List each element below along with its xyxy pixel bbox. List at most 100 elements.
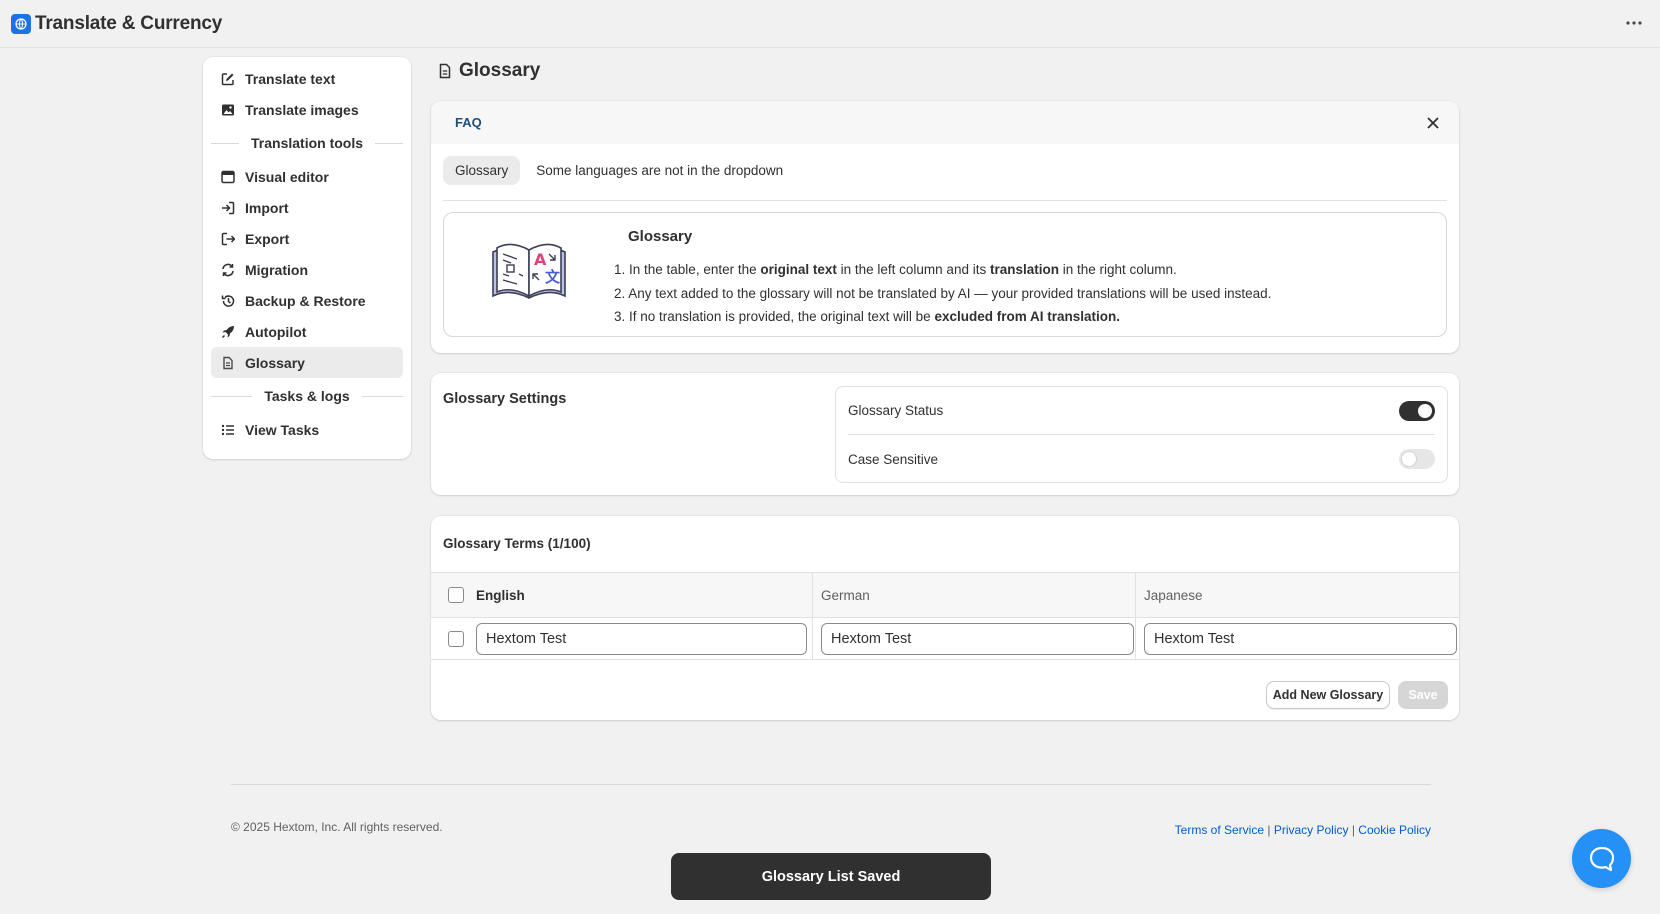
divider bbox=[375, 142, 404, 144]
faq-tabs: Glossary Some languages are not in the d… bbox=[443, 156, 1447, 201]
sidebar-item-translate-text[interactable]: Translate text bbox=[211, 63, 403, 94]
english-term-input[interactable] bbox=[476, 622, 807, 655]
list-icon bbox=[221, 423, 235, 437]
document-icon bbox=[438, 63, 452, 79]
image-icon bbox=[221, 103, 235, 117]
list-number: 2. bbox=[614, 285, 629, 301]
sidebar-item-label: Import bbox=[245, 199, 289, 216]
faq-instruction-2: 2. Any text added to the glossary will n… bbox=[614, 282, 1271, 306]
faq-content-box: A 文 Glossary 1. In the table, enter the … bbox=[443, 212, 1447, 337]
svg-text:A: A bbox=[534, 250, 547, 269]
terms-table: English German Japanese bbox=[431, 572, 1459, 660]
german-term-input[interactable] bbox=[821, 622, 1134, 655]
terms-of-service-link[interactable]: Terms of Service bbox=[1175, 823, 1264, 837]
column-header-japanese: Japanese bbox=[1136, 573, 1459, 617]
app-logo-icon bbox=[11, 13, 31, 34]
japanese-term-input[interactable] bbox=[1144, 622, 1457, 655]
page-title-text: Glossary bbox=[459, 60, 541, 81]
text: in the left column and its bbox=[836, 262, 990, 277]
cell-japanese bbox=[1136, 618, 1459, 659]
emphasis: translation bbox=[989, 262, 1059, 277]
document-icon bbox=[221, 356, 235, 370]
sidebar-item-label: Translate images bbox=[245, 101, 359, 118]
chat-icon bbox=[1589, 846, 1614, 871]
sidebar-item-translate-images[interactable]: Translate images bbox=[211, 94, 403, 125]
close-icon[interactable] bbox=[1423, 113, 1443, 133]
sidebar-item-label: Autopilot bbox=[245, 323, 307, 340]
toggle-knob bbox=[1418, 403, 1432, 418]
text: If no translation is provided, the origi… bbox=[629, 309, 935, 324]
glossary-status-toggle[interactable] bbox=[1399, 400, 1435, 421]
section-label: Translation tools bbox=[251, 135, 364, 151]
select-all-checkbox[interactable] bbox=[448, 587, 464, 603]
divider bbox=[211, 395, 253, 397]
export-icon bbox=[221, 232, 235, 246]
setting-label: Case Sensitive bbox=[848, 451, 939, 467]
list-number: 1. bbox=[614, 262, 630, 277]
section-translation-tools: Translation tools bbox=[211, 125, 404, 161]
separator: | bbox=[1348, 823, 1359, 837]
row-checkbox[interactable] bbox=[448, 630, 464, 647]
setting-label: Glossary Status bbox=[848, 403, 944, 418]
privacy-policy-link[interactable]: Privacy Policy bbox=[1274, 823, 1349, 837]
toast-notification: Glossary List Saved bbox=[671, 853, 991, 900]
sidebar-item-label: Export bbox=[245, 230, 290, 247]
faq-instructions: 1. In the table, enter the original text… bbox=[614, 258, 1271, 329]
glossary-settings-card: Glossary Settings Glossary Status Case S… bbox=[431, 373, 1459, 495]
case-sensitive-toggle[interactable] bbox=[1399, 449, 1435, 469]
sidebar-item-glossary[interactable]: Glossary bbox=[211, 347, 403, 378]
sidebar: Translate text Translate images Translat… bbox=[203, 57, 411, 459]
emphasis: original text bbox=[760, 262, 837, 277]
add-new-glossary-button[interactable]: Add New Glossary bbox=[1266, 681, 1390, 709]
sidebar-item-visual-editor[interactable]: Visual editor bbox=[211, 161, 403, 192]
column-header-german: German bbox=[813, 573, 1136, 617]
footer-divider bbox=[231, 784, 1431, 785]
faq-card: FAQ Glossary Some languages are not in t… bbox=[431, 101, 1459, 353]
sidebar-item-label: View Tasks bbox=[245, 421, 320, 438]
column-label: English bbox=[476, 587, 525, 603]
settings-box: Glossary Status Case Sensitive bbox=[835, 386, 1448, 483]
edit-icon bbox=[221, 72, 235, 86]
section-label: Tasks & logs bbox=[264, 388, 350, 404]
window-icon bbox=[221, 170, 235, 184]
faq-header-label: FAQ bbox=[455, 115, 482, 130]
table-row bbox=[431, 618, 1459, 660]
setting-glossary-status: Glossary Status bbox=[848, 387, 1435, 435]
svg-text:文: 文 bbox=[545, 268, 561, 286]
faq-header[interactable]: FAQ bbox=[431, 101, 1459, 144]
table-header: English German Japanese bbox=[431, 572, 1459, 618]
sidebar-item-autopilot[interactable]: Autopilot bbox=[211, 316, 403, 347]
copyright: © 2025 Hextom, Inc. All rights reserved. bbox=[231, 820, 443, 834]
sidebar-item-import[interactable]: Import bbox=[211, 192, 403, 223]
text: Any text added to the glossary will not … bbox=[628, 285, 1272, 301]
settings-title: Glossary Settings bbox=[443, 391, 567, 407]
glossary-terms-card: Glossary Terms (1/100) English German Ja… bbox=[431, 516, 1459, 720]
sidebar-item-label: Backup & Restore bbox=[245, 292, 366, 309]
sidebar-item-migration[interactable]: Migration bbox=[211, 254, 403, 285]
section-tasks-logs: Tasks & logs bbox=[211, 378, 404, 414]
column-label: Japanese bbox=[1144, 587, 1203, 603]
top-bar: Translate & Currency bbox=[0, 0, 1660, 48]
sidebar-item-view-tasks[interactable]: View Tasks bbox=[211, 414, 403, 445]
divider bbox=[211, 142, 239, 144]
history-icon bbox=[221, 294, 235, 308]
tab-glossary[interactable]: Glossary bbox=[443, 156, 521, 185]
column-label: German bbox=[821, 587, 870, 603]
sidebar-item-label: Migration bbox=[245, 261, 308, 278]
app-title: Translate & Currency bbox=[35, 12, 223, 34]
faq-instruction-3: 3. If no translation is provided, the or… bbox=[614, 305, 1271, 329]
column-header-english: English bbox=[431, 573, 813, 617]
setting-case-sensitive: Case Sensitive bbox=[848, 435, 1435, 483]
tab-languages-dropdown[interactable]: Some languages are not in the dropdown bbox=[524, 156, 795, 185]
chat-support-button[interactable] bbox=[1572, 829, 1631, 888]
sidebar-item-export[interactable]: Export bbox=[211, 223, 403, 254]
book-translate-icon: A 文 bbox=[492, 243, 566, 299]
refresh-icon bbox=[221, 263, 235, 277]
faq-instruction-1: 1. In the table, enter the original text… bbox=[614, 258, 1271, 282]
sidebar-item-backup-restore[interactable]: Backup & Restore bbox=[211, 285, 403, 316]
save-button[interactable]: Save bbox=[1398, 681, 1448, 709]
cookie-policy-link[interactable]: Cookie Policy bbox=[1358, 823, 1431, 837]
text: In the table, enter the bbox=[629, 262, 761, 277]
text: in the right column. bbox=[1058, 262, 1177, 277]
more-menu-icon[interactable] bbox=[1622, 12, 1646, 34]
